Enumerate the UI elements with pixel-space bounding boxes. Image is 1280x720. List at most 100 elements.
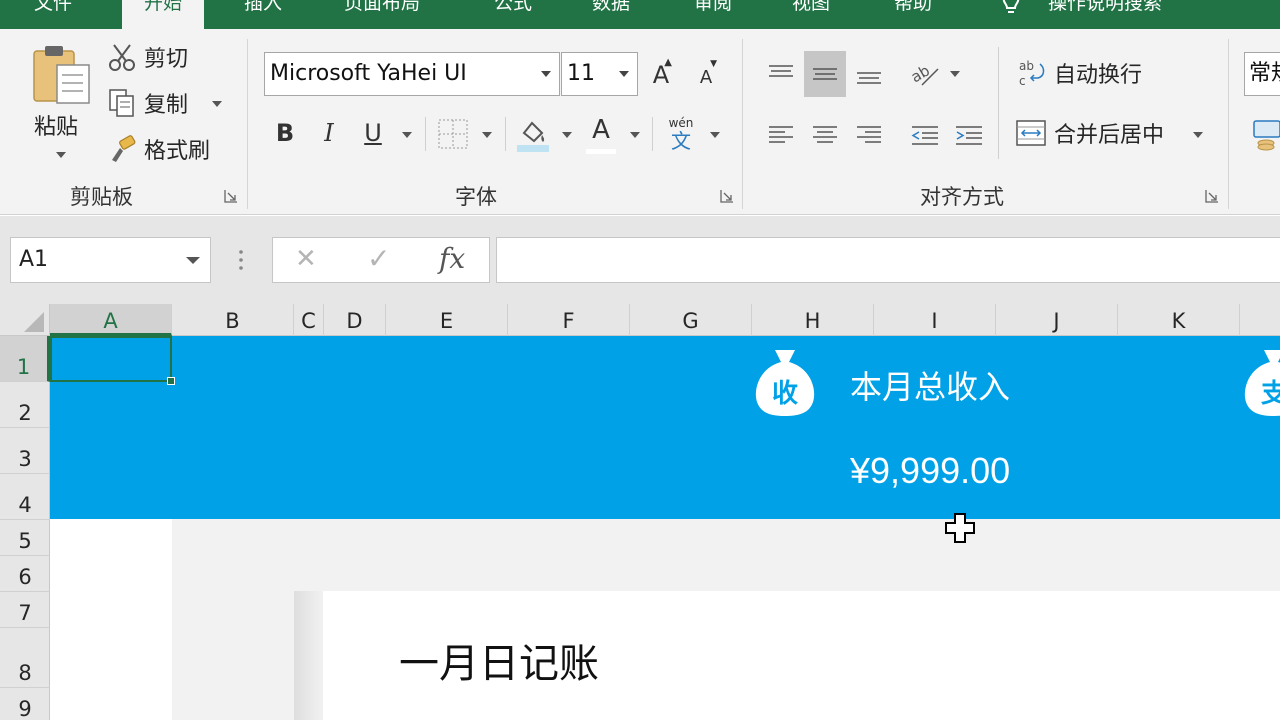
- column-header-e[interactable]: E: [386, 304, 508, 336]
- expense-money-bag-icon: 支: [1244, 350, 1280, 416]
- borders-icon[interactable]: [438, 119, 468, 149]
- enter-icon[interactable]: ✓: [367, 242, 390, 275]
- align-right-button[interactable]: [848, 115, 890, 155]
- number-format-combo[interactable]: 常规: [1244, 52, 1280, 96]
- divider: [425, 117, 426, 151]
- align-center-icon: [813, 126, 837, 143]
- row-header-8[interactable]: 8: [0, 628, 50, 688]
- number-format-value: 常规: [1249, 61, 1280, 86]
- row-header-5[interactable]: 5: [0, 520, 50, 556]
- paste-label[interactable]: 粘贴: [34, 109, 78, 141]
- row-header-9[interactable]: 9: [0, 688, 50, 720]
- align-bottom-button[interactable]: [848, 51, 890, 97]
- grip-icon[interactable]: [238, 249, 244, 271]
- chevron-down-icon[interactable]: [541, 71, 551, 77]
- increase-font-size-button[interactable]: A ▲: [646, 55, 676, 95]
- tab-help[interactable]: 帮助: [894, 0, 932, 29]
- merge-center-button[interactable]: 合并后居中: [1016, 117, 1164, 149]
- format-painter-button[interactable]: 格式刷: [108, 133, 210, 165]
- row-headers: 1 2 3 4 5 6 7 8 9: [0, 336, 50, 720]
- phonetic-guide-button[interactable]: wén 文: [666, 117, 696, 153]
- align-left-button[interactable]: [760, 115, 802, 155]
- merge-dropdown-icon[interactable]: [1193, 132, 1203, 138]
- formula-input[interactable]: [496, 237, 1280, 283]
- paste-dropdown-icon[interactable]: [56, 152, 66, 158]
- borders-dropdown-icon[interactable]: [482, 132, 492, 138]
- column-header-h[interactable]: H: [752, 304, 874, 336]
- chevron-down-icon[interactable]: [619, 71, 629, 77]
- clipboard-dialog-launcher-icon[interactable]: [224, 189, 238, 203]
- italic-button[interactable]: I: [312, 113, 346, 153]
- column-header-c[interactable]: C: [294, 304, 324, 336]
- bold-button[interactable]: B: [268, 113, 302, 153]
- cut-button[interactable]: 剪切: [108, 41, 188, 73]
- row-header-2[interactable]: 2: [0, 382, 50, 428]
- fill-handle[interactable]: [167, 377, 175, 385]
- phonetic-dropdown-icon[interactable]: [710, 132, 720, 138]
- copy-dropdown-icon[interactable]: [212, 101, 222, 107]
- decrease-indent-button[interactable]: [904, 115, 946, 155]
- name-box-value: A1: [19, 247, 49, 272]
- orientation-icon[interactable]: ab: [908, 59, 940, 89]
- column-header-j[interactable]: J: [996, 304, 1118, 336]
- underline-button[interactable]: U: [356, 113, 390, 153]
- font-name-combo[interactable]: Microsoft YaHei UI: [264, 52, 560, 96]
- accounting-format-icon[interactable]: [1252, 119, 1280, 151]
- svg-text:ab: ab: [908, 61, 933, 86]
- align-middle-button[interactable]: [804, 51, 846, 97]
- insert-function-icon[interactable]: fx: [439, 242, 465, 275]
- lightbulb-icon[interactable]: [1000, 0, 1022, 18]
- align-center-button[interactable]: [804, 115, 846, 155]
- column-header-k[interactable]: K: [1118, 304, 1240, 336]
- cells-area[interactable]: 收 本月总收入 ¥9,999.00 支 一月日记账: [50, 336, 1280, 720]
- tab-insert[interactable]: 插入: [244, 0, 282, 29]
- column-header-d[interactable]: D: [324, 304, 386, 336]
- tab-formulas[interactable]: 公式: [494, 0, 532, 29]
- decrease-font-size-button[interactable]: A ▼: [692, 59, 720, 95]
- increase-indent-button[interactable]: [948, 115, 990, 155]
- wrap-text-button[interactable]: ab c 自动换行: [1018, 57, 1142, 89]
- shrink-font-glyph: A: [699, 66, 713, 88]
- cancel-icon[interactable]: ✕: [295, 244, 317, 274]
- paste-button[interactable]: [30, 43, 94, 107]
- row-header-6[interactable]: 6: [0, 556, 50, 592]
- wrap-text-label: 自动换行: [1054, 63, 1143, 88]
- fill-color-dropdown-icon[interactable]: [562, 132, 572, 138]
- increase-indent-icon: [956, 126, 982, 145]
- font-size-combo[interactable]: 11: [561, 52, 638, 96]
- column-header-a[interactable]: A: [50, 304, 172, 336]
- tab-home[interactable]: 开始: [122, 0, 205, 29]
- column-header-g[interactable]: G: [630, 304, 752, 336]
- divider: [998, 47, 999, 159]
- tell-me-search[interactable]: 操作说明搜索: [1048, 0, 1162, 29]
- column-header-b[interactable]: B: [172, 304, 294, 336]
- selected-cell-a1[interactable]: [50, 336, 172, 382]
- column-header-i[interactable]: I: [874, 304, 996, 336]
- ribbon-tab-bar: 文件 开始 插入 页面布局 公式 数据 审阅 视图 帮助 操作说明搜索: [0, 0, 1280, 29]
- font-dialog-launcher-icon[interactable]: [720, 189, 734, 203]
- name-box[interactable]: A1: [10, 237, 211, 283]
- row-header-4[interactable]: 4: [0, 474, 50, 520]
- font-color-button[interactable]: A: [586, 113, 616, 147]
- row-header-1[interactable]: 1: [0, 336, 50, 382]
- column-header-f[interactable]: F: [508, 304, 630, 336]
- underline-dropdown-icon[interactable]: [402, 132, 412, 138]
- formula-buttons: ✕ ✓ fx: [272, 237, 490, 283]
- fill-color-icon[interactable]: [516, 117, 550, 153]
- copy-button[interactable]: 复制: [108, 87, 188, 119]
- chevron-down-icon[interactable]: [186, 257, 200, 264]
- tab-file[interactable]: 文件: [34, 0, 72, 29]
- tab-review[interactable]: 审阅: [694, 0, 732, 29]
- orientation-dropdown-icon[interactable]: [950, 71, 960, 77]
- tab-data[interactable]: 数据: [592, 0, 630, 29]
- tab-page-layout[interactable]: 页面布局: [344, 0, 420, 29]
- align-top-button[interactable]: [760, 51, 802, 97]
- alignment-dialog-launcher-icon[interactable]: [1205, 189, 1219, 203]
- row-header-7[interactable]: 7: [0, 592, 50, 628]
- select-all-button[interactable]: [0, 304, 50, 336]
- align-right-icon: [857, 126, 881, 143]
- tab-view[interactable]: 视图: [792, 0, 830, 29]
- row-header-3[interactable]: 3: [0, 428, 50, 474]
- font-color-dropdown-icon[interactable]: [630, 132, 640, 138]
- align-top-icon: [769, 65, 793, 77]
